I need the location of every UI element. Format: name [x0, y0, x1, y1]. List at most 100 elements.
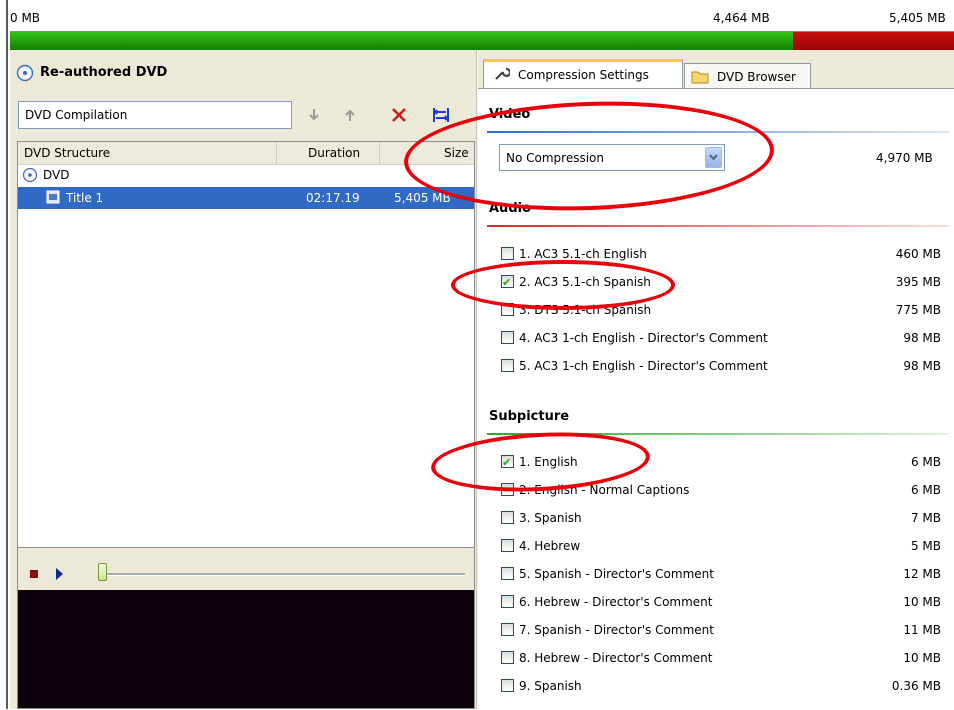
checkbox-audio-2[interactable]: [501, 272, 514, 294]
play-icon[interactable]: [56, 568, 63, 580]
capacity-total-label: 5,405 MB: [889, 11, 946, 25]
dvd-root-icon: [22, 167, 38, 183]
checkbox-subpicture-4[interactable]: [501, 539, 514, 552]
compilation-name-input[interactable]: DVD Compilation: [18, 101, 292, 129]
capacity-overflow: [793, 32, 954, 50]
tab-label: DVD Browser: [717, 70, 796, 84]
audio-track-1[interactable]: 1. AC3 5.1-ch English 460 MB: [501, 243, 941, 265]
audio-track-label: 1. AC3 5.1-ch English: [519, 247, 647, 261]
preview-player: [17, 547, 475, 709]
subpicture-item-3[interactable]: 3. Spanish 7 MB: [501, 507, 941, 529]
subpicture-item-1[interactable]: 1. English 6 MB: [501, 451, 941, 474]
audio-track-size: 460 MB: [895, 247, 941, 261]
audio-track-4[interactable]: 4. AC3 1-ch English - Director's Comment…: [501, 327, 941, 349]
checkbox-audio-1[interactable]: [501, 247, 514, 260]
checkbox-subpicture-2[interactable]: [501, 483, 514, 496]
tab-label: Compression Settings: [518, 68, 649, 82]
video-underline: [487, 131, 949, 133]
tab-dvd-browser[interactable]: DVD Browser: [684, 63, 811, 90]
checkbox-subpicture-8[interactable]: [501, 651, 514, 664]
subpicture-size: 5 MB: [910, 539, 941, 553]
audio-track-2[interactable]: 2. AC3 5.1-ch Spanish 395 MB: [501, 271, 941, 294]
video-size: 4,970 MB: [876, 151, 933, 165]
checkbox-audio-4[interactable]: [501, 331, 514, 344]
audio-track-size: 98 MB: [903, 331, 941, 345]
right-pane: Compression Settings DVD Browser Video N…: [478, 50, 954, 710]
audio-heading: Audio: [489, 201, 532, 216]
checkbox-subpicture-9[interactable]: [501, 679, 514, 692]
checkbox-audio-5[interactable]: [501, 359, 514, 372]
checkbox-subpicture-6[interactable]: [501, 595, 514, 608]
left-pane: Re-authored DVD DVD Compilation DVD Stru…: [10, 50, 477, 709]
subpicture-item-5[interactable]: 5. Spanish - Director's Comment 12 MB: [501, 563, 941, 585]
subpicture-item-2[interactable]: 2. English - Normal Captions 6 MB: [501, 479, 941, 501]
subpicture-item-6[interactable]: 6. Hebrew - Director's Comment 10 MB: [501, 591, 941, 613]
subpicture-label: 9. Spanish: [519, 679, 582, 693]
column-duration[interactable]: Duration: [308, 146, 360, 160]
chevron-down-icon[interactable]: [705, 147, 722, 168]
subpicture-label: 3. Spanish: [519, 511, 582, 525]
list-header: DVD Structure Duration Size: [18, 142, 474, 165]
subpicture-item-4[interactable]: 4. Hebrew 5 MB: [501, 535, 941, 557]
title-duration: 02:17.19: [306, 191, 360, 205]
column-size[interactable]: Size: [444, 146, 469, 160]
subpicture-label: 2. English - Normal Captions: [519, 483, 690, 497]
subpicture-size: 6 MB: [910, 455, 941, 469]
subpicture-size: 7 MB: [910, 511, 941, 525]
audio-track-3[interactable]: 3. DTS 5.1-ch Spanish 775 MB: [501, 299, 941, 321]
stop-icon[interactable]: [30, 570, 38, 578]
dvd-structure-list: DVD Structure Duration Size DVD Title 1 …: [17, 141, 475, 594]
audio-track-label: 3. DTS 5.1-ch Spanish: [519, 303, 652, 317]
pane-title: Re-authored DVD: [40, 65, 168, 80]
window-left-border: [0, 0, 8, 709]
subpicture-size: 11 MB: [903, 623, 941, 637]
audio-track-size: 98 MB: [903, 359, 941, 373]
title-name: Title 1: [66, 191, 104, 205]
audio-track-size: 395 MB: [895, 275, 941, 289]
tab-compression-settings[interactable]: Compression Settings: [483, 59, 683, 89]
checkbox-subpicture-3[interactable]: [501, 511, 514, 524]
subpicture-item-9[interactable]: 9. Spanish 0.36 MB: [501, 675, 941, 697]
title-row[interactable]: Title 1 02:17.19 5,405 MB: [18, 187, 474, 209]
subpicture-size: 0.36 MB: [891, 679, 941, 693]
tree-root-label[interactable]: DVD: [43, 168, 69, 182]
subpicture-label: 7. Spanish - Director's Comment: [519, 623, 714, 637]
video-compression-select[interactable]: No Compression: [499, 144, 725, 171]
audio-track-label: 4. AC3 1-ch English - Director's Comment: [519, 331, 768, 345]
subpicture-label: 1. English: [519, 455, 578, 469]
seek-slider-thumb[interactable]: [98, 563, 107, 581]
subpicture-label: 6. Hebrew - Director's Comment: [519, 595, 713, 609]
video-select-value: No Compression: [506, 151, 604, 165]
subpicture-item-8[interactable]: 8. Hebrew - Director's Comment 10 MB: [501, 647, 941, 669]
compilation-name-value: DVD Compilation: [25, 108, 128, 122]
checkbox-subpicture-5[interactable]: [501, 567, 514, 580]
checkbox-subpicture-7[interactable]: [501, 623, 514, 636]
subpicture-size: 10 MB: [903, 651, 941, 665]
subpicture-size: 12 MB: [903, 567, 941, 581]
compression-settings-panel: Video No Compression 4,970 MB Audio 1. A…: [478, 88, 954, 710]
subpicture-size: 10 MB: [903, 595, 941, 609]
subpicture-label: 4. Hebrew: [519, 539, 581, 553]
video-heading: Video: [489, 107, 531, 122]
capacity-bar-area: 0 MB 4,464 MB 5,405 MB: [10, 0, 954, 50]
capacity-min-label: 0 MB: [10, 11, 41, 25]
column-dvd-structure[interactable]: DVD Structure: [24, 146, 110, 160]
subpicture-size: 6 MB: [910, 483, 941, 497]
subpicture-underline: [487, 433, 949, 435]
audio-track-5[interactable]: 5. AC3 1-ch English - Director's Comment…: [501, 355, 941, 377]
checkbox-audio-3[interactable]: [501, 303, 514, 316]
title-icon: [46, 190, 60, 204]
wrench-icon: [492, 65, 512, 83]
title-size: 5,405 MB: [394, 191, 451, 205]
checkbox-subpicture-1[interactable]: [501, 452, 514, 474]
audio-track-label: 5. AC3 1-ch English - Director's Comment: [519, 359, 768, 373]
arrow-up-icon[interactable]: [342, 107, 358, 123]
folder-icon: [691, 68, 709, 84]
arrow-down-icon[interactable]: [306, 107, 322, 123]
capacity-used-label: 4,464 MB: [713, 11, 770, 25]
subpicture-heading: Subpicture: [489, 409, 570, 424]
seek-track[interactable]: [103, 573, 465, 576]
delete-x-icon[interactable]: [391, 107, 407, 123]
fit-to-disc-icon[interactable]: [432, 106, 450, 124]
subpicture-item-7[interactable]: 7. Spanish - Director's Comment 11 MB: [501, 619, 941, 641]
